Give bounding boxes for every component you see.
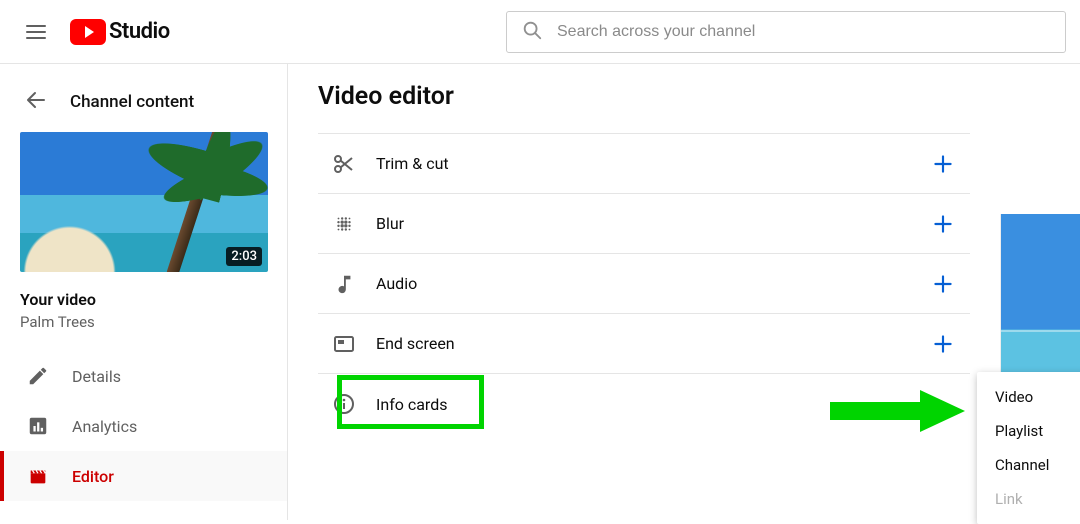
editor-rows: Trim & cut Blur bbox=[318, 133, 970, 434]
end-screen-icon bbox=[330, 330, 358, 358]
add-audio-button[interactable] bbox=[930, 271, 956, 297]
video-title: Palm Trees bbox=[20, 313, 267, 331]
row-trim-cut[interactable]: Trim & cut bbox=[318, 134, 970, 194]
logo-text: Studio bbox=[109, 19, 170, 44]
row-end-screen[interactable]: End screen bbox=[318, 314, 970, 374]
row-blur[interactable]: Blur bbox=[318, 194, 970, 254]
sidebar-item-analytics[interactable]: Analytics bbox=[0, 401, 287, 451]
sidebar-nav: Details Analytics Editor bbox=[0, 351, 287, 501]
app-header: Studio bbox=[0, 0, 1080, 64]
music-note-icon bbox=[330, 270, 358, 298]
menu-icon[interactable] bbox=[16, 12, 56, 52]
sidebar: Channel content 2:03 Your video Palm Tre… bbox=[0, 64, 288, 520]
menu-item-playlist[interactable]: Playlist bbox=[977, 414, 1080, 448]
sidebar-item-label: Details bbox=[72, 367, 121, 386]
row-info-cards[interactable]: Info cards bbox=[318, 374, 970, 434]
menu-item-channel[interactable]: Channel bbox=[977, 448, 1080, 482]
page-title: Video editor bbox=[318, 82, 1080, 111]
sidebar-item-details[interactable]: Details bbox=[0, 351, 287, 401]
add-trim-button[interactable] bbox=[930, 151, 956, 177]
sidebar-item-label: Editor bbox=[72, 467, 114, 486]
row-label: Info cards bbox=[376, 395, 447, 414]
row-label: End screen bbox=[376, 334, 455, 353]
menu-item-link: Link bbox=[977, 482, 1080, 516]
info-cards-menu: Video Playlist Channel Link bbox=[977, 372, 1080, 524]
studio-logo[interactable]: Studio bbox=[70, 19, 170, 45]
clapper-icon bbox=[26, 464, 50, 488]
back-label: Channel content bbox=[70, 92, 194, 112]
scissors-icon bbox=[330, 150, 358, 178]
video-thumbnail[interactable]: 2:03 bbox=[0, 122, 287, 272]
arrow-left-icon bbox=[24, 88, 48, 117]
info-icon bbox=[330, 390, 358, 418]
back-to-channel-content[interactable]: Channel content bbox=[0, 82, 287, 122]
video-duration: 2:03 bbox=[226, 247, 262, 266]
sidebar-item-label: Analytics bbox=[72, 417, 137, 436]
search-input[interactable] bbox=[557, 23, 1051, 41]
search-icon bbox=[521, 19, 543, 45]
row-label: Trim & cut bbox=[376, 154, 449, 173]
sidebar-item-editor[interactable]: Editor bbox=[0, 451, 287, 501]
main-content: Video editor Trim & cut bbox=[288, 64, 1080, 520]
youtube-play-icon bbox=[70, 19, 106, 45]
search-field[interactable] bbox=[506, 11, 1066, 53]
menu-item-video[interactable]: Video bbox=[977, 380, 1080, 414]
add-end-screen-button[interactable] bbox=[930, 331, 956, 357]
pencil-icon bbox=[26, 364, 50, 388]
your-video-label: Your video bbox=[20, 290, 267, 309]
add-blur-button[interactable] bbox=[930, 211, 956, 237]
row-audio[interactable]: Audio bbox=[318, 254, 970, 314]
row-label: Audio bbox=[376, 274, 417, 293]
bar-chart-icon bbox=[26, 414, 50, 438]
row-label: Blur bbox=[376, 214, 404, 233]
blur-icon bbox=[330, 210, 358, 238]
